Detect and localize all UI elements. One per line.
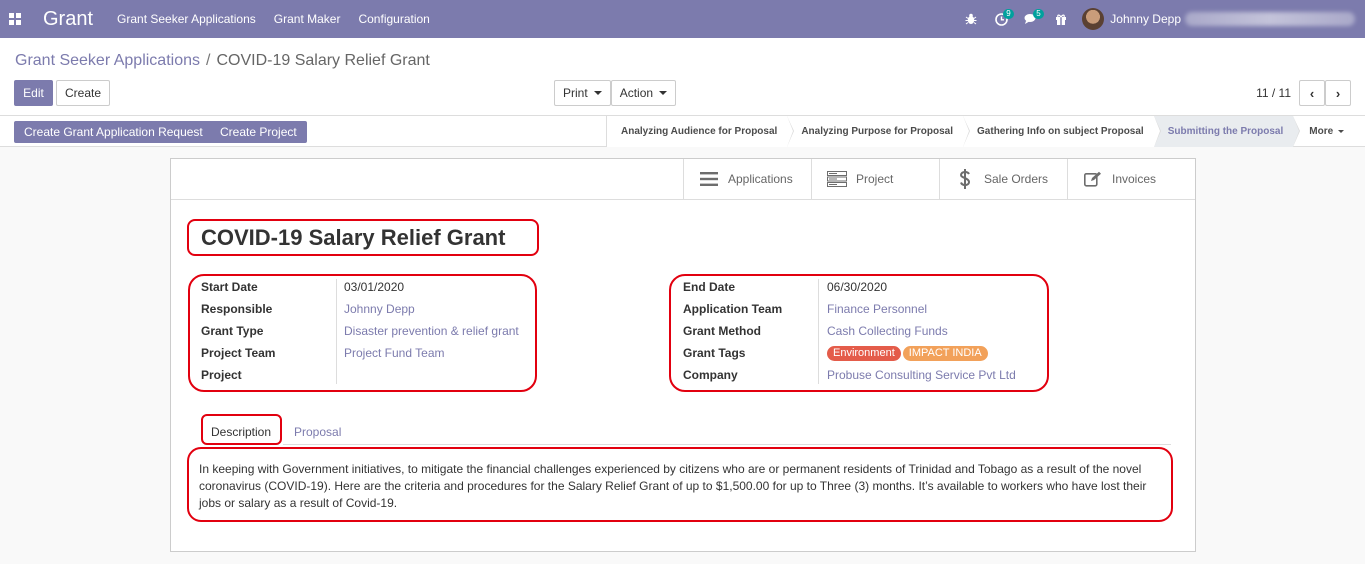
tag-impact-india[interactable]: IMPACT INDIA (902, 346, 988, 361)
control-panel: Grant Seeker Applications / COVID-19 Salar… (0, 38, 1365, 116)
pager-previous-button[interactable]: ‹ (1299, 80, 1325, 106)
applications-smart-button[interactable]: Applications (683, 159, 811, 199)
stage-more-dropdown[interactable]: More (1293, 116, 1356, 147)
breadcrumb-parent-link[interactable]: Grant Seeker Applications (15, 52, 200, 69)
invoices-smart-button[interactable]: Invoices (1067, 159, 1195, 199)
activity-count-badge: 9 (1003, 9, 1014, 19)
tag-environment[interactable]: Environment (827, 346, 901, 361)
create-grant-application-request-button[interactable]: Create Grant Application Request (14, 121, 213, 143)
form-sheet: Applications Project Sale Orders Invoice… (170, 158, 1196, 552)
pager-value[interactable]: 11 / 11 (1256, 86, 1291, 100)
action-label: Action (619, 86, 654, 100)
list-icon (698, 172, 720, 186)
form-statusbar: Create Grant Application Request Create … (0, 116, 1365, 147)
stage-more-label: More (1309, 126, 1334, 137)
project-team-label: Project Team (201, 346, 276, 360)
stage-analyzing-purpose[interactable]: Analyzing Purpose for Proposal (787, 116, 970, 147)
highlighted-left-field-group: Start Date 03/01/2020 Responsible Johnny… (188, 274, 537, 392)
invoices-label: Invoices (1112, 172, 1157, 186)
user-name[interactable]: Johnny Depp (1110, 12, 1181, 26)
breadcrumb-separator: / (206, 52, 211, 69)
record-title: COVID-19 Salary Relief Grant (201, 224, 506, 250)
project-label: Project (856, 172, 894, 186)
menu-grant-maker[interactable]: Grant Maker (274, 12, 341, 26)
start-date-value: 03/01/2020 (344, 280, 405, 294)
systray: 9 5 Johnny Depp (956, 0, 1365, 38)
application-team-label: Application Team (683, 302, 783, 316)
create-button[interactable]: Create (56, 80, 110, 106)
apps-menu-icon[interactable] (0, 0, 30, 38)
grant-type-label: Grant Type (201, 324, 264, 338)
app-brand[interactable]: Grant (43, 8, 93, 31)
smart-button-box: Applications Project Sale Orders Invoice… (683, 159, 1195, 200)
blurred-user-info (1185, 12, 1355, 26)
sheet-divider (171, 199, 1195, 200)
user-avatar[interactable] (1082, 8, 1105, 30)
grant-tags-list: Environment IMPACT INDIA (827, 345, 990, 361)
start-date-label: Start Date (201, 280, 258, 294)
edit-icon (1082, 171, 1104, 187)
project-team-link[interactable]: Project Fund Team (344, 346, 445, 360)
column-divider (818, 279, 819, 384)
activity-clock-icon[interactable]: 9 (986, 0, 1016, 38)
messages-icon[interactable]: 5 (1016, 0, 1046, 38)
caret-down-icon (593, 91, 602, 95)
column-divider (336, 279, 337, 384)
application-team-link[interactable]: Finance Personnel (827, 302, 927, 316)
highlighted-title-box: COVID-19 Salary Relief Grant (187, 219, 539, 256)
project-label: Project (201, 368, 242, 382)
messages-count-badge: 5 (1033, 9, 1044, 19)
gift-icon[interactable] (1046, 0, 1076, 38)
responsible-link[interactable]: Johnny Depp (344, 302, 415, 316)
create-project-button[interactable]: Create Project (210, 121, 307, 143)
grant-method-link[interactable]: Cash Collecting Funds (827, 324, 948, 338)
project-smart-button[interactable]: Project (811, 159, 939, 199)
menu-grant-seeker-applications[interactable]: Grant Seeker Applications (117, 12, 256, 26)
company-label: Company (683, 368, 738, 382)
company-link[interactable]: Probuse Consulting Service Pvt Ltd (827, 368, 1016, 382)
tab-proposal[interactable]: Proposal (294, 425, 341, 439)
menu-configuration[interactable]: Configuration (358, 12, 429, 26)
action-dropdown-button[interactable]: Action (610, 80, 677, 106)
print-action-dropdowns: Print Action (554, 80, 677, 106)
bug-icon[interactable] (956, 0, 986, 38)
tab-underline (283, 444, 1171, 445)
server-icon (826, 171, 848, 187)
top-navbar: Grant Grant Seeker Applications Grant Ma… (0, 0, 1365, 38)
edit-button[interactable]: Edit (14, 80, 53, 106)
end-date-value: 06/30/2020 (827, 280, 888, 294)
print-label: Print (563, 86, 588, 100)
breadcrumb-current: COVID-19 Salary Relief Grant (216, 52, 430, 69)
stage-submitting-proposal[interactable]: Submitting the Proposal (1153, 116, 1300, 147)
stage-analyzing-audience[interactable]: Analyzing Audience for Proposal (607, 116, 795, 147)
pager: 11 / 11 ‹ › (1256, 80, 1351, 106)
highlighted-right-field-group: End Date 06/30/2020 Application Team Fin… (669, 274, 1049, 392)
grant-method-label: Grant Method (683, 324, 761, 338)
grant-type-link[interactable]: Disaster prevention & relief grant (344, 324, 519, 338)
sale-orders-smart-button[interactable]: Sale Orders (939, 159, 1067, 199)
caret-down-icon (1338, 130, 1345, 133)
responsible-label: Responsible (201, 302, 273, 316)
end-date-label: End Date (683, 280, 736, 294)
tab-description[interactable]: Description (211, 425, 271, 439)
stage-pipeline: Analyzing Audience for Proposal Analyzin… (606, 116, 1356, 147)
caret-down-icon (659, 91, 668, 95)
dollar-icon (954, 169, 976, 189)
sale-orders-label: Sale Orders (984, 172, 1049, 186)
stage-gathering-info[interactable]: Gathering Info on subject Proposal (963, 116, 1161, 147)
description-text: In keeping with Government initiatives, … (199, 462, 1147, 510)
applications-label: Applications (728, 172, 793, 186)
grant-tags-label: Grant Tags (683, 346, 746, 360)
pager-next-button[interactable]: › (1325, 80, 1351, 106)
print-dropdown-button[interactable]: Print (554, 80, 611, 106)
breadcrumb: Grant Seeker Applications / COVID-19 Salar… (15, 52, 430, 70)
